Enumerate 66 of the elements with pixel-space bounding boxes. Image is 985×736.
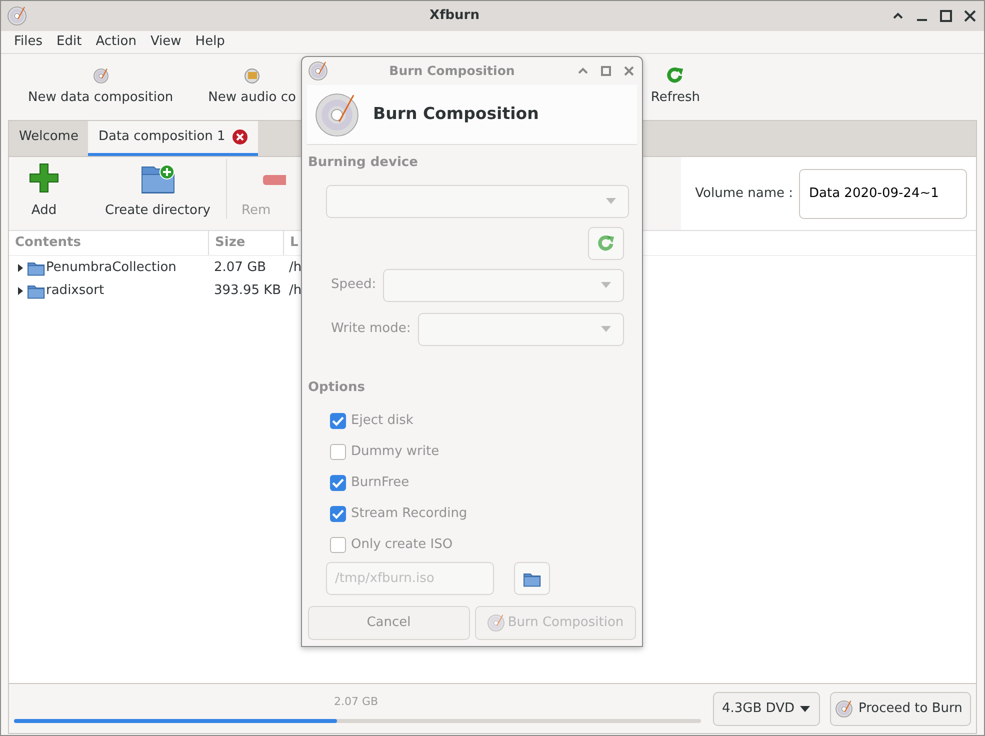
minus-icon xyxy=(262,174,286,186)
folder-icon xyxy=(27,282,45,298)
menu-item[interactable]: View xyxy=(143,32,188,52)
field-label: Write mode: xyxy=(331,320,411,338)
size-cell-text: 393.95 KB xyxy=(213,282,282,300)
disc-icon xyxy=(92,68,109,84)
refresh-button[interactable] xyxy=(588,226,624,260)
app-disc-icon xyxy=(7,6,27,26)
checkbox-label: Dummy write xyxy=(351,442,440,461)
maximize-icon[interactable] xyxy=(938,8,954,24)
close-tab-icon[interactable] xyxy=(232,129,248,145)
toolbar-button[interactable]: Refresh xyxy=(650,66,700,107)
folder-add-icon xyxy=(140,164,175,194)
close-icon[interactable] xyxy=(962,8,978,24)
used-size-label: 2.07 GB xyxy=(334,694,380,710)
size-cell-text: 2.07 GB xyxy=(213,258,268,277)
burn-disc-icon xyxy=(315,92,359,136)
plus-icon xyxy=(28,162,60,194)
checkbox-label: Stream Recording xyxy=(351,504,468,523)
folder-icon xyxy=(27,260,45,276)
expand-arrow-icon[interactable] xyxy=(15,262,25,272)
tab[interactable]: Welcome xyxy=(9,121,88,156)
disc-icon xyxy=(835,700,854,718)
toolbar-button[interactable]: New data composition xyxy=(28,68,174,107)
disc-size-dropdown[interactable]: 4.3GB DVD xyxy=(713,692,820,726)
location-cell-text: /h xyxy=(288,258,302,277)
checkbox[interactable] xyxy=(330,474,346,490)
volume-name-label: Volume name : xyxy=(695,184,793,203)
volume-name-field[interactable]: Data 2020-09-24~1 xyxy=(799,168,967,218)
checkbox[interactable] xyxy=(330,536,346,552)
window-title: Xfburn xyxy=(428,7,480,26)
section-heading: Burning device xyxy=(307,154,419,172)
audio-disc-icon xyxy=(244,68,260,84)
checkbox-label: Only create ISO xyxy=(351,536,453,554)
refresh-icon xyxy=(666,66,684,84)
caret-down-icon xyxy=(601,282,611,288)
refresh-icon xyxy=(597,234,615,252)
dialog-title: Burn Composition xyxy=(388,62,516,80)
menu-item[interactable]: Help xyxy=(188,32,232,52)
checkbox[interactable] xyxy=(330,412,346,428)
folder-icon xyxy=(523,570,541,586)
menu-item[interactable]: Files xyxy=(7,32,50,52)
dialog-heading: Burn Composition xyxy=(373,103,539,126)
proceed-to-burn-button[interactable]: Proceed to Burn xyxy=(830,692,972,726)
disc-icon xyxy=(486,614,505,632)
checkbox[interactable] xyxy=(330,506,346,522)
location-cell-text: /h xyxy=(288,282,302,300)
caret-down-icon xyxy=(601,326,611,332)
checkbox-label: BurnFree xyxy=(351,474,410,492)
checkbox-label: Eject disk xyxy=(351,412,414,430)
toolbar-button[interactable]: Add xyxy=(9,162,90,220)
file-name: radixsort xyxy=(46,282,104,300)
app-disc-icon xyxy=(308,61,328,81)
toolbar-button[interactable]: New audio co xyxy=(208,68,296,107)
menu-item[interactable]: Action xyxy=(88,32,144,52)
section-heading: Options xyxy=(307,378,366,396)
toolbar-button[interactable]: Create directory xyxy=(90,164,226,220)
tab[interactable]: Data composition 1 xyxy=(88,121,258,156)
browse-button[interactable] xyxy=(514,562,550,595)
expand-arrow-icon[interactable] xyxy=(15,286,25,296)
caret-down-icon xyxy=(799,704,812,712)
caret-down-icon xyxy=(606,198,616,204)
checkbox[interactable] xyxy=(330,444,346,460)
field-label: Speed: xyxy=(331,276,376,294)
file-name: PenumbraCollection xyxy=(46,258,176,277)
menu-item[interactable]: Edit xyxy=(50,32,89,52)
